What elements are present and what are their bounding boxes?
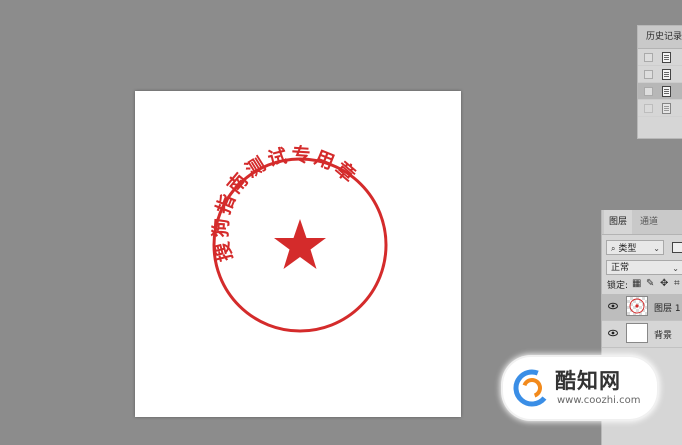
layer-name[interactable]: 图层 1 [654,301,681,314]
lock-transparent-icon[interactable]: ▦ [632,278,641,290]
search-icon: ⌕ [611,244,616,253]
watermark: 酷知网 www.coozhi.com [503,357,657,419]
history-row[interactable] [638,66,682,83]
blend-mode-dropdown[interactable]: 正常 ⌄ [606,260,682,275]
history-row[interactable] [638,49,682,66]
document-icon [662,69,671,80]
layer-thumbnail [626,296,648,316]
chevron-down-icon: ⌄ [672,264,679,273]
layer-row[interactable]: 背景 [602,321,682,348]
layer-filter-dropdown[interactable]: ⌕ 类型 ⌄ [606,240,664,255]
layer-row[interactable]: 图层 1 [602,294,682,321]
star-icon [274,219,326,269]
blend-mode-value: 正常 [611,263,630,273]
snapshot-checkbox[interactable] [644,53,653,62]
snapshot-checkbox[interactable] [644,104,653,113]
lock-label: 锁定: [607,281,629,291]
artboard-icon[interactable]: ⌗ [674,278,680,290]
layer-name[interactable]: 背景 [654,328,672,341]
move-icon[interactable]: ✥ [660,278,668,290]
document-icon [662,52,671,63]
layer-thumbnail [626,323,648,343]
coozhi-logo-icon [513,369,551,407]
history-panel: 历史记录 [637,25,682,139]
history-row[interactable] [638,100,682,117]
eye-icon[interactable] [608,328,618,338]
image-filter-icon[interactable] [672,242,682,253]
chevron-down-icon: ⌄ [653,244,660,253]
layers-panel-tabs: 图层 通道 [602,210,682,235]
stamp-seal: 搜狗指南测试专用章 [209,143,388,333]
history-tab[interactable]: 历史记录 [638,26,682,49]
canvas-document[interactable]: 搜狗指南测试专用章 [135,91,461,417]
filter-value: 类型 [618,244,637,254]
watermark-brand: 酷知网 [555,369,621,393]
tab-layers[interactable]: 图层 [604,210,633,234]
snapshot-checkbox[interactable] [644,70,653,79]
snapshot-checkbox[interactable] [644,87,653,96]
document-icon [662,103,671,114]
eye-icon[interactable] [608,301,618,311]
watermark-url: www.coozhi.com [557,395,641,406]
document-icon [662,86,671,97]
history-row-selected[interactable] [638,83,682,100]
tab-channels[interactable]: 通道 [635,210,663,234]
brush-icon[interactable]: ✎ [646,278,654,290]
